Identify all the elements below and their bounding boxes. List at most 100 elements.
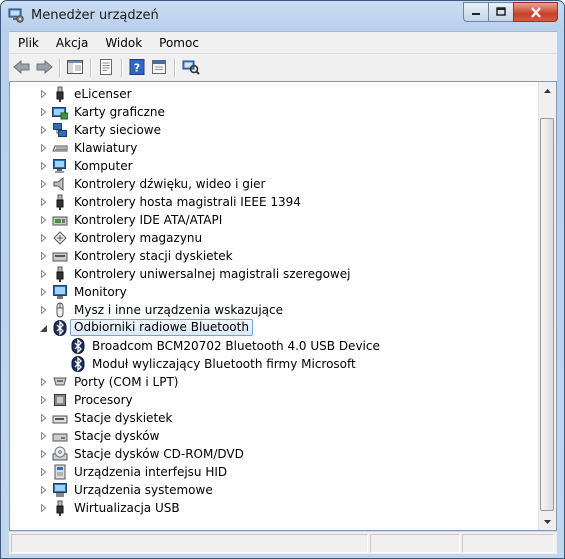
expand-arrow-icon[interactable] — [39, 198, 47, 206]
menu-widok[interactable]: Widok — [96, 36, 150, 50]
device-category-row[interactable]: Odbiorniki radiowe Bluetooth — [10, 319, 539, 337]
device-category-row[interactable]: Monitory — [10, 283, 539, 301]
device-category-row[interactable]: Kontrolery uniwersalnej magistrali szere… — [10, 265, 539, 283]
usb-icon — [52, 194, 68, 210]
device-row[interactable]: Broadcom BCM20702 Bluetooth 4.0 USB Devi… — [10, 337, 539, 355]
expand-arrow-icon[interactable] — [39, 396, 47, 404]
device-label: Moduł wyliczający Bluetooth firmy Micros… — [92, 357, 356, 371]
expand-arrow-icon[interactable] — [39, 162, 47, 170]
disk-drive-icon — [52, 428, 68, 444]
device-category-row[interactable]: Stacje dysków CD-ROM/DVD — [10, 445, 539, 463]
system-device-icon — [52, 482, 68, 498]
device-category-label: Monitory — [74, 285, 127, 299]
expand-arrow-icon[interactable] — [39, 270, 47, 278]
back-button[interactable] — [12, 58, 32, 76]
ide-controller-icon — [52, 212, 68, 228]
collapse-arrow-icon[interactable] — [39, 324, 47, 332]
device-category-row[interactable]: Karty sieciowe — [10, 121, 539, 139]
toolbar-separator — [59, 59, 61, 77]
scroll-up-button[interactable] — [539, 82, 556, 99]
console-icon — [152, 60, 166, 74]
device-category-row[interactable]: Stacje dyskietek — [10, 409, 539, 427]
menu-plik[interactable]: Plik — [9, 36, 47, 50]
device-category-label: Porty (COM i LPT) — [74, 375, 179, 389]
network-adapter-icon — [52, 122, 68, 138]
device-tree-panel: eLicenser Karty graficzne Karty sieciowe Kl… — [9, 81, 557, 531]
toolbar-separator — [121, 59, 123, 77]
expand-arrow-icon[interactable] — [39, 108, 47, 116]
toolbar: ? — [9, 53, 557, 82]
device-category-row[interactable]: Porty (COM i LPT) — [10, 373, 539, 391]
device-category-row[interactable]: Klawiatury — [10, 139, 539, 157]
expand-arrow-icon[interactable] — [39, 126, 47, 134]
device-label: Broadcom BCM20702 Bluetooth 4.0 USB Devi… — [92, 339, 380, 353]
device-category-row[interactable]: Stacje dysków — [10, 427, 539, 445]
scrollbar-thumb[interactable] — [540, 118, 554, 511]
show-hide-console-tree-icon — [67, 60, 83, 74]
device-category-row[interactable]: Kontrolery stacji dyskietek — [10, 247, 539, 265]
device-category-row[interactable]: Kontrolery hosta magistrali IEEE 1394 — [10, 193, 539, 211]
show-hide-console-tree-button[interactable] — [65, 58, 85, 76]
expand-arrow-icon[interactable] — [39, 90, 47, 98]
expand-arrow-icon[interactable] — [39, 144, 47, 152]
device-category-row[interactable]: Mysz i inne urządzenia wskazujące — [10, 301, 539, 319]
keyboard-icon — [52, 140, 68, 156]
device-category-label: Klawiatury — [74, 141, 138, 155]
device-category-row[interactable]: Kontrolery IDE ATA/ATAPI — [10, 211, 539, 229]
device-category-row[interactable]: Urządzenia systemowe — [10, 481, 539, 499]
device-category-row[interactable]: Kontrolery dźwięku, wideo i gier — [10, 175, 539, 193]
expand-arrow-icon[interactable] — [39, 252, 47, 260]
scroll-down-button[interactable] — [539, 513, 556, 530]
port-icon — [52, 374, 68, 390]
expand-arrow-icon[interactable] — [39, 432, 47, 440]
device-category-row[interactable]: Urządzenia interfejsu HID — [10, 463, 539, 481]
properties-button[interactable] — [96, 58, 116, 76]
storage-controller-icon — [52, 230, 68, 246]
expand-arrow-icon[interactable] — [39, 378, 47, 386]
menu-pomoc[interactable]: Pomoc — [150, 36, 207, 50]
expand-arrow-icon[interactable] — [39, 504, 47, 512]
status-panel-main — [11, 534, 368, 553]
maximize-button[interactable] — [488, 2, 513, 22]
device-category-label: Komputer — [74, 159, 133, 173]
device-category-label: eLicenser — [74, 87, 132, 101]
expand-arrow-icon[interactable] — [39, 288, 47, 296]
expand-arrow-icon[interactable] — [39, 216, 47, 224]
device-category-label: Wirtualizacja USB — [74, 501, 180, 515]
device-category-row[interactable]: eLicenser — [10, 85, 539, 103]
minimize-button[interactable] — [463, 2, 488, 22]
action-button[interactable] — [149, 58, 169, 76]
expand-arrow-icon[interactable] — [39, 180, 47, 188]
expand-arrow-icon[interactable] — [39, 486, 47, 494]
device-category-label: Kontrolery IDE ATA/ATAPI — [74, 213, 223, 227]
help-button[interactable]: ? — [127, 58, 147, 76]
device-category-row[interactable]: Wirtualizacja USB — [10, 499, 539, 517]
expand-arrow-icon[interactable] — [39, 234, 47, 242]
title-bar[interactable]: Menedżer urządzeń — [1, 1, 564, 31]
close-button[interactable] — [513, 2, 558, 22]
device-category-label: Kontrolery magazynu — [74, 231, 203, 245]
vertical-scrollbar[interactable] — [538, 82, 556, 530]
forward-button[interactable] — [34, 58, 54, 76]
device-category-label: Karty graficzne — [74, 105, 165, 119]
device-category-row[interactable]: Procesory — [10, 391, 539, 409]
expand-arrow-icon[interactable] — [39, 468, 47, 476]
device-category-label: Kontrolery hosta magistrali IEEE 1394 — [74, 195, 301, 209]
device-category-row[interactable]: Kontrolery magazynu — [10, 229, 539, 247]
menu-akcja[interactable]: Akcja — [47, 36, 96, 50]
device-category-row[interactable]: Karty graficzne — [10, 103, 539, 121]
expand-arrow-icon[interactable] — [39, 450, 47, 458]
display-adapter-icon — [52, 104, 69, 120]
close-icon — [530, 6, 541, 18]
expand-arrow-icon[interactable] — [39, 414, 47, 422]
device-category-row[interactable]: Komputer — [10, 157, 539, 175]
floppy-drive-icon — [52, 410, 68, 426]
cdrom-icon — [52, 446, 68, 462]
speaker-icon — [52, 176, 68, 192]
expand-arrow-icon[interactable] — [39, 306, 47, 314]
scan-hardware-button[interactable] — [181, 58, 201, 76]
device-row[interactable]: Moduł wyliczający Bluetooth firmy Micros… — [10, 355, 539, 373]
svg-text:?: ? — [134, 62, 140, 75]
bluetooth-icon — [70, 338, 86, 354]
bluetooth-icon — [52, 320, 68, 336]
